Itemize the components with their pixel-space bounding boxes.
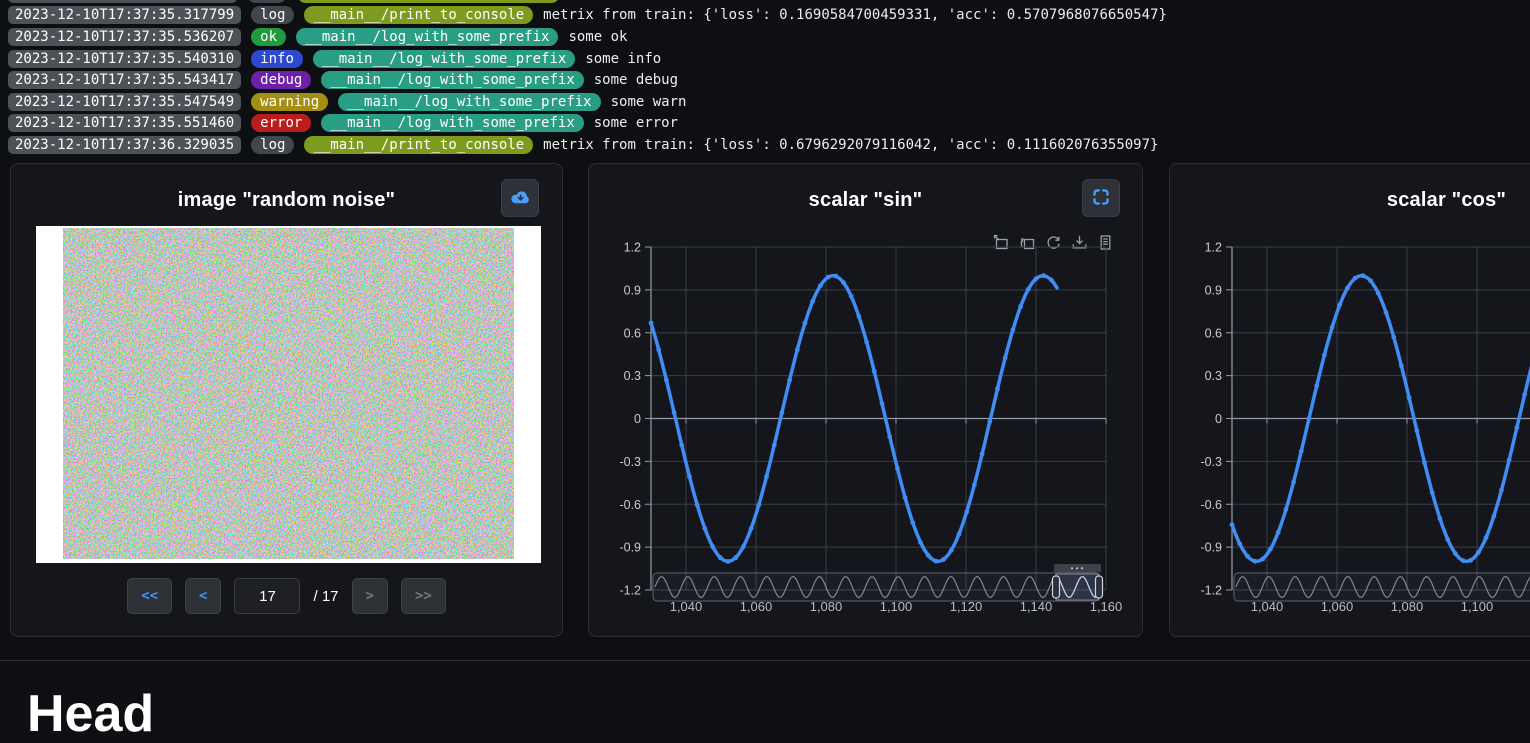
y-axis-label: 0.6 — [1205, 326, 1222, 340]
log-source-badge: __main__/log_with_some_prefix — [321, 114, 583, 132]
fullscreen-expand-icon — [1092, 188, 1110, 209]
log-row: 2023-12-10T17:37:36.329035 log __main__/pr… — [0, 134, 1530, 156]
log-level-badge: ok — [251, 28, 286, 46]
log-source-badge: __main__/log_with_some_prefix — [338, 93, 600, 111]
y-axis-label: 0.9 — [1205, 283, 1222, 297]
log-timestamp: 2023-12-10T17:37:35.543417 — [8, 71, 241, 89]
log-timestamp: 2023-12-10T17:37:35.547549 — [8, 93, 241, 111]
log-timestamp: 2023-12-10T17:37:36.329035 — [8, 136, 241, 154]
y-axis-label: -0.3 — [619, 455, 641, 469]
last-page-button[interactable]: >> — [401, 578, 446, 614]
image-canvas — [36, 226, 541, 563]
log-level-badge: error — [251, 114, 311, 132]
image-card: image "random noise" — [10, 163, 563, 637]
card-title: image "random noise" — [11, 189, 562, 212]
datazoom-slider[interactable] — [653, 564, 1103, 601]
y-axis-label: 0.9 — [624, 283, 641, 297]
log-console: 2023-12-10T17:37:35.317799 log __main__/pr… — [0, 0, 1530, 156]
cos-chart-card: scalar "cos" 1.2 0.9 0.6 0.3 0 -0.3 -0.6 -0.9 -1… — [1169, 163, 1530, 637]
y-axis-label: -0.6 — [619, 498, 641, 512]
log-row: 2023-12-10T17:37:35.551460 error __main__/… — [0, 113, 1530, 135]
next-section-heading: Head — [27, 688, 154, 740]
image-pagination: << < / 17 > >> — [11, 578, 562, 614]
log-source-badge: __main__/print_to_console — [304, 136, 533, 154]
log-timestamp: 2023-12-10T17:37:35.540310 — [8, 50, 241, 68]
log-message: metrix from train: {'loss': 0.1690584700… — [543, 7, 1167, 23]
fullscreen-button[interactable] — [1082, 179, 1120, 217]
sin-chart[interactable]: 1.20.90.60.30-0.3-0.6-0.9-1.21,0401,0601… — [589, 229, 1142, 634]
sin-chart-card: scalar "sin" 1.2 0.9 0.6 0.3 0 -0.3 -0.6 -0.9 -1… — [588, 163, 1143, 637]
card-title: scalar "sin" — [589, 189, 1142, 212]
y-axis-label: 0 — [1215, 412, 1222, 426]
page-total-label: / 17 — [313, 588, 338, 605]
next-page-button[interactable]: > — [352, 578, 388, 614]
datazoom-slider[interactable] — [1234, 564, 1530, 601]
log-level-badge — [247, 0, 287, 3]
first-page-button[interactable]: << — [127, 578, 172, 614]
y-axis-label: -1.2 — [619, 584, 641, 598]
y-axis-label: -0.6 — [1200, 498, 1222, 512]
datazoom-handle[interactable] — [1096, 576, 1103, 598]
download-image-button[interactable] — [501, 179, 539, 217]
y-axis-label: -0.3 — [1200, 455, 1222, 469]
prev-page-button[interactable]: < — [185, 578, 221, 614]
y-axis-label: 0.6 — [624, 326, 641, 340]
cos-chart[interactable]: 1.20.90.60.30-0.3-0.6-0.9-1.21,0401,0601… — [1170, 229, 1530, 634]
log-level-badge: log — [251, 6, 294, 24]
log-message: some warn — [611, 94, 687, 110]
y-axis-label: 0.3 — [624, 369, 641, 383]
log-source-badge: __main__/log_with_some_prefix — [313, 50, 575, 68]
y-axis-label: 1.2 — [1205, 241, 1222, 255]
log-level-badge: info — [251, 50, 303, 68]
log-message: metrix from train: {'loss': 0.6796292079… — [543, 137, 1158, 153]
log-level-badge: debug — [251, 71, 311, 89]
log-timestamp: 2023-12-10T17:37:35.317799 — [8, 6, 241, 24]
y-axis-label: -0.9 — [1200, 541, 1222, 555]
page-number-input[interactable] — [234, 578, 300, 614]
log-source-badge: __main__/log_with_some_prefix — [296, 28, 558, 46]
datazoom-handle[interactable] — [1053, 576, 1060, 598]
log-row: 2023-12-10T17:37:35.536207 ok __main__/log… — [0, 26, 1530, 48]
y-axis-label: -1.2 — [1200, 584, 1222, 598]
cloud-download-icon — [510, 188, 530, 209]
log-row: 2023-12-10T17:37:35.547549 warning __main_… — [0, 91, 1530, 113]
log-source-badge: __main__/log_with_some_prefix — [321, 71, 583, 89]
y-axis-label: 0.3 — [1205, 369, 1222, 383]
log-message: some ok — [568, 29, 627, 45]
log-message: some info — [585, 51, 661, 67]
log-level-badge: log — [251, 136, 294, 154]
log-source-badge — [297, 0, 560, 3]
log-timestamp: 2023-12-10T17:37:35.551460 — [8, 114, 241, 132]
y-axis-label: 0 — [634, 412, 641, 426]
log-source-badge: __main__/print_to_console — [304, 6, 533, 24]
y-axis-label: 1.2 — [624, 241, 641, 255]
log-row: 2023-12-10T17:37:35.543417 debug __main__/… — [0, 69, 1530, 91]
y-axis-label: -0.9 — [619, 541, 641, 555]
log-timestamp: 2023-12-10T17:37:35.536207 — [8, 28, 241, 46]
card-title: scalar "cos" — [1170, 189, 1530, 212]
log-message: some error — [594, 115, 678, 131]
log-level-badge: warning — [251, 93, 328, 111]
log-timestamp — [8, 0, 237, 3]
random-noise-image — [63, 228, 514, 559]
log-row: 2023-12-10T17:37:35.540310 info __main__/l… — [0, 48, 1530, 70]
log-message: some debug — [594, 72, 678, 88]
log-row: 2023-12-10T17:37:35.317799 log __main__/pr… — [0, 5, 1530, 27]
section-divider — [0, 660, 1530, 661]
